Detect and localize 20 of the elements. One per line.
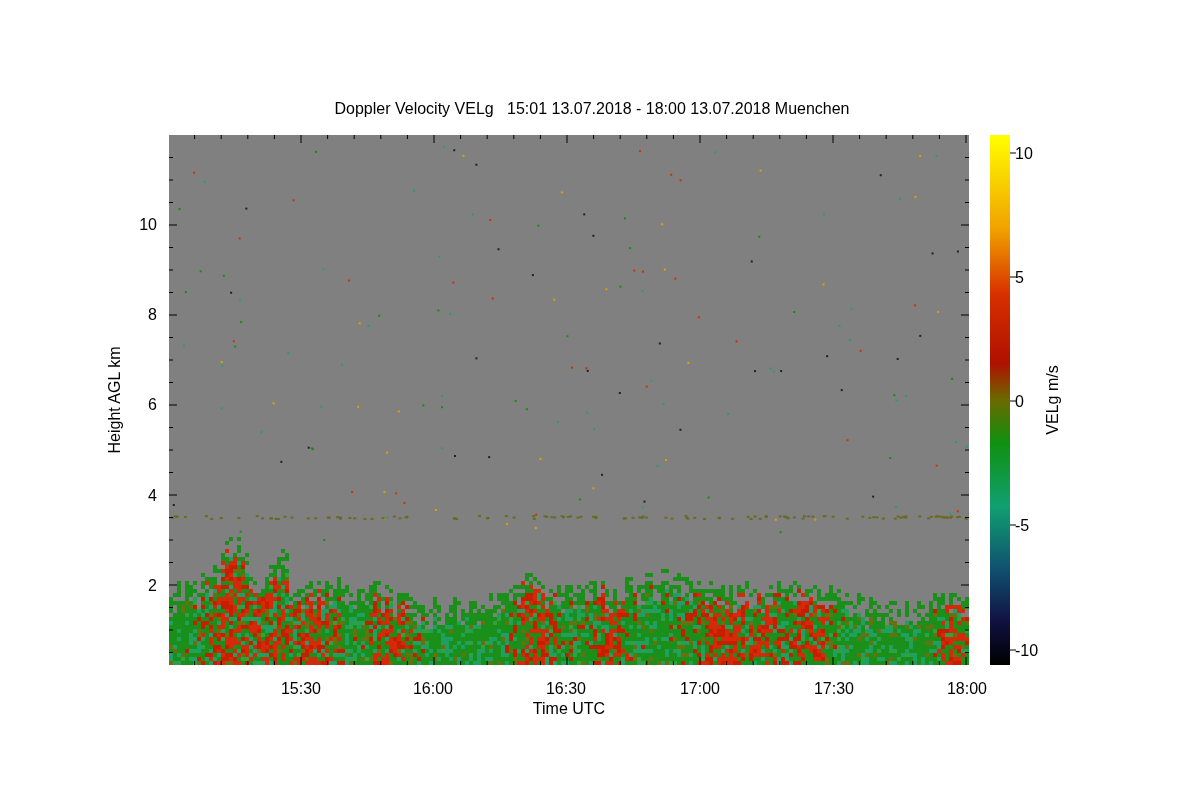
- y-tick-label: 6: [148, 396, 157, 413]
- colorbar-tick-label: -10: [1015, 642, 1039, 659]
- x-tick-label: 16:30: [546, 680, 586, 697]
- y-axis-label: Height AGL km: [106, 346, 123, 454]
- y-tick-label: 2: [148, 577, 157, 594]
- x-tick-label: 17:30: [814, 680, 854, 697]
- x-axis-label: Time UTC: [532, 700, 606, 717]
- x-tick-label: 18:00: [947, 680, 987, 697]
- chart-title: Doppler Velocity VELg 15:01 13.07.2018 - 18:00 13.07.2018 Muenchen: [334, 100, 850, 117]
- x-tick-label: 16:00: [413, 680, 453, 697]
- colorbar-tick-label: -5: [1015, 517, 1030, 534]
- colorbar-tick-label: 0: [1015, 393, 1024, 410]
- x-tick-label: 15:30: [281, 680, 321, 697]
- y-tick-label: 10: [139, 216, 157, 233]
- colorbar-tick-label: 5: [1015, 269, 1024, 286]
- colorbar-label: VELg m/s: [1044, 365, 1061, 435]
- y-tick-label: 8: [148, 306, 157, 323]
- colorbar-tick-label: 10: [1015, 145, 1033, 162]
- x-tick-label: 17:00: [680, 680, 720, 697]
- y-tick-label: 4: [148, 487, 157, 504]
